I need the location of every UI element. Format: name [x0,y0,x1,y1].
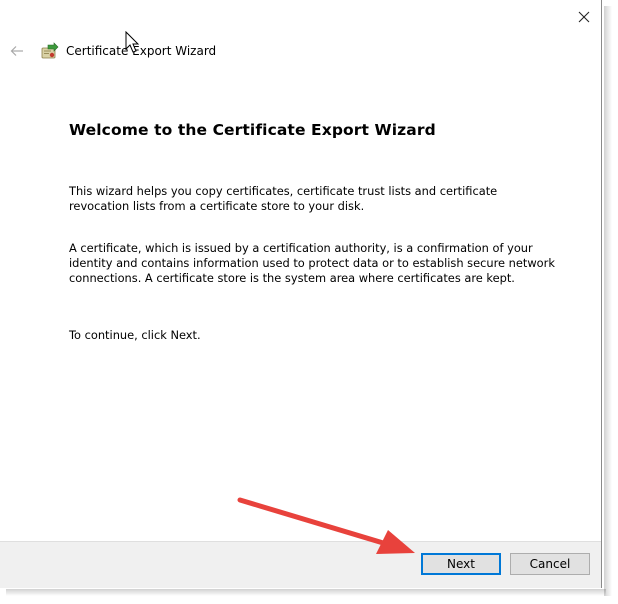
next-button[interactable]: Next [421,553,501,575]
window-shadow-bottom [6,589,606,596]
screen: Certificate Export Wizard Welcome to the… [0,0,618,604]
mouse-cursor-icon [125,31,140,53]
certificate-icon [41,42,59,59]
annotation-arrow-icon [237,497,415,554]
window-title: Certificate Export Wizard [66,44,217,58]
cancel-button[interactable]: Cancel [510,553,590,575]
intro-paragraph: This wizard helps you copy certificates,… [69,184,498,213]
page-heading: Welcome to the Certificate Export Wizard [69,121,436,139]
back-button[interactable] [6,40,28,62]
certificate-description-paragraph: A certificate, which is issued by a cert… [69,241,555,285]
close-button[interactable] [568,4,600,30]
window-shadow-right [604,6,612,596]
back-arrow-icon [10,46,23,56]
close-icon [578,11,590,23]
continue-instruction: To continue, click Next. [69,328,201,342]
